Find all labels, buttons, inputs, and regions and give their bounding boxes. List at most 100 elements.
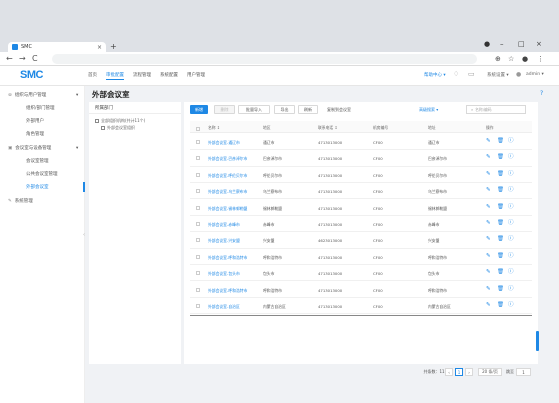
- row-checkbox[interactable]: [196, 287, 200, 292]
- help-icon[interactable]: ?: [540, 90, 543, 97]
- sidebar-item-external-users[interactable]: 外部用户: [26, 118, 44, 124]
- prev-page-button[interactable]: ‹: [445, 368, 453, 376]
- delete-icon[interactable]: 🗑: [497, 286, 504, 292]
- nav-system-config[interactable]: 系统配置: [160, 72, 178, 80]
- refresh-button[interactable]: 刷新: [298, 105, 318, 114]
- address-bar[interactable]: [52, 54, 477, 64]
- edit-icon[interactable]: ✎: [486, 171, 491, 177]
- sidebar-group-rooms[interactable]: ▣ 会议室与设备管理 ▾: [8, 145, 78, 152]
- delete-icon[interactable]: 🗑: [497, 236, 504, 242]
- column-name[interactable]: 名称 ↕: [208, 125, 220, 131]
- nav-users[interactable]: 用户管理: [187, 72, 205, 80]
- next-page-button[interactable]: ›: [465, 368, 473, 376]
- cell-name[interactable]: 外部会议室-巴彦淖尔市: [208, 156, 247, 162]
- row-checkbox[interactable]: [196, 254, 200, 259]
- row-checkbox[interactable]: [196, 205, 200, 210]
- cell-name[interactable]: 外部会议室-乌兰察布市: [208, 189, 247, 195]
- cell-name[interactable]: 外部会议室-呼和浩特市: [208, 288, 247, 294]
- tree-node-root[interactable]: 全部组织机构(共计11个): [95, 118, 145, 124]
- info-icon[interactable]: ⓘ: [508, 236, 514, 242]
- sidebar-item-public-rooms[interactable]: 公共会议室管理: [26, 171, 58, 177]
- page-1-button[interactable]: 1: [455, 368, 463, 376]
- browser-tab[interactable]: SMC ×: [8, 42, 106, 52]
- window-close-button[interactable]: ×: [536, 40, 542, 48]
- info-icon[interactable]: ⓘ: [508, 220, 514, 226]
- delete-button[interactable]: 删除: [214, 105, 235, 114]
- info-icon[interactable]: ⓘ: [508, 171, 514, 177]
- row-checkbox[interactable]: [196, 189, 200, 194]
- edit-icon[interactable]: ✎: [486, 204, 491, 210]
- select-all-checkbox[interactable]: [196, 127, 200, 131]
- cell-name[interactable]: 外部会议室-赤峰市: [208, 222, 240, 228]
- browser-menu-icon[interactable]: ⋮: [537, 55, 544, 63]
- delete-icon[interactable]: 🗑: [497, 269, 504, 275]
- window-minimize-button[interactable]: –: [500, 40, 504, 48]
- nav-home[interactable]: 首页: [88, 72, 97, 80]
- row-checkbox[interactable]: [196, 222, 200, 226]
- delete-icon[interactable]: 🗑: [497, 154, 504, 160]
- cell-name[interactable]: 外部会议室-包头市: [208, 271, 240, 277]
- nav-process[interactable]: 流程管理: [133, 72, 151, 80]
- edit-icon[interactable]: ✎: [486, 220, 491, 226]
- info-icon[interactable]: ⓘ: [508, 269, 514, 275]
- info-icon[interactable]: ⓘ: [508, 253, 514, 259]
- cell-name[interactable]: 外部会议室-兴安盟: [208, 238, 240, 244]
- add-button[interactable]: 新增: [190, 105, 208, 114]
- row-checkbox[interactable]: [196, 140, 200, 144]
- cell-name[interactable]: 外部会议室-呼伦贝尔市: [208, 173, 247, 179]
- edit-icon[interactable]: ✎: [486, 236, 491, 242]
- delete-icon[interactable]: 🗑: [497, 220, 504, 226]
- zoom-icon[interactable]: ⊕: [495, 55, 501, 63]
- delete-icon[interactable]: 🗑: [497, 171, 504, 177]
- page-size-select[interactable]: 20 条/页: [478, 368, 502, 376]
- scrollbar-thumb[interactable]: [536, 331, 539, 351]
- back-button[interactable]: ←: [6, 54, 13, 64]
- row-checkbox[interactable]: [196, 271, 200, 276]
- cell-name[interactable]: 外部会议室-呼和浩特市: [208, 255, 247, 261]
- new-tab-button[interactable]: +: [110, 42, 117, 52]
- delete-icon[interactable]: 🗑: [497, 302, 504, 308]
- delete-icon[interactable]: 🗑: [497, 138, 504, 144]
- edit-icon[interactable]: ✎: [486, 154, 491, 160]
- bookmark-star-icon[interactable]: ☆: [508, 55, 514, 63]
- info-icon[interactable]: ⓘ: [508, 187, 514, 193]
- delete-icon[interactable]: 🗑: [497, 204, 504, 210]
- info-icon[interactable]: ⓘ: [508, 302, 514, 308]
- account-icon[interactable]: ●: [522, 55, 528, 63]
- system-settings-link[interactable]: 系统设置 ▾: [487, 72, 509, 78]
- cell-name[interactable]: 外部会议室-锡林郭勒盟: [208, 206, 247, 212]
- row-checkbox[interactable]: [196, 238, 200, 243]
- delete-icon[interactable]: 🗑: [497, 253, 504, 259]
- tab-close-icon[interactable]: ×: [97, 44, 102, 51]
- edit-icon[interactable]: ✎: [486, 187, 491, 193]
- sidebar-item-external-rooms[interactable]: 外部会议室: [26, 184, 49, 190]
- sidebar-group-system[interactable]: ✎ 系统管理: [8, 198, 33, 205]
- sidebar-group-org[interactable]: ⊚ 组织与用户管理 ▾: [8, 92, 78, 99]
- advanced-filter[interactable]: 高级搜索 ▾: [419, 107, 438, 113]
- reload-button[interactable]: C: [32, 54, 38, 64]
- nav-approval-config[interactable]: 审批配置: [106, 72, 124, 80]
- info-icon[interactable]: ⓘ: [508, 154, 514, 160]
- column-phone[interactable]: 联系电话 ↕: [318, 125, 338, 131]
- edit-icon[interactable]: ✎: [486, 138, 491, 144]
- window-maximize-button[interactable]: □: [518, 40, 525, 48]
- row-checkbox[interactable]: [196, 172, 200, 177]
- delete-icon[interactable]: 🗑: [497, 187, 504, 193]
- forward-button[interactable]: →: [19, 54, 26, 64]
- goto-page-input[interactable]: 1: [516, 368, 531, 376]
- help-center-link[interactable]: 帮助中心 ▾: [424, 72, 446, 78]
- edit-icon[interactable]: ✎: [486, 253, 491, 259]
- edit-icon[interactable]: ✎: [486, 286, 491, 292]
- avatar[interactable]: ●: [516, 71, 521, 78]
- cell-name[interactable]: 外部会议室-自治区: [208, 304, 240, 310]
- info-icon[interactable]: ⓘ: [508, 286, 514, 292]
- user-menu[interactable]: admin ▾: [526, 72, 544, 77]
- edit-icon[interactable]: ✎: [486, 302, 491, 308]
- bell-icon[interactable]: ♢: [453, 70, 459, 78]
- batch-import-button[interactable]: 批量导入: [238, 105, 270, 114]
- message-icon[interactable]: ▭: [468, 70, 475, 78]
- export-button[interactable]: 导出: [274, 105, 295, 114]
- copy-to-room-button[interactable]: 复制到会议室: [322, 105, 356, 114]
- row-checkbox[interactable]: [196, 156, 200, 161]
- cell-name[interactable]: 外部会议室-通辽市: [208, 140, 240, 146]
